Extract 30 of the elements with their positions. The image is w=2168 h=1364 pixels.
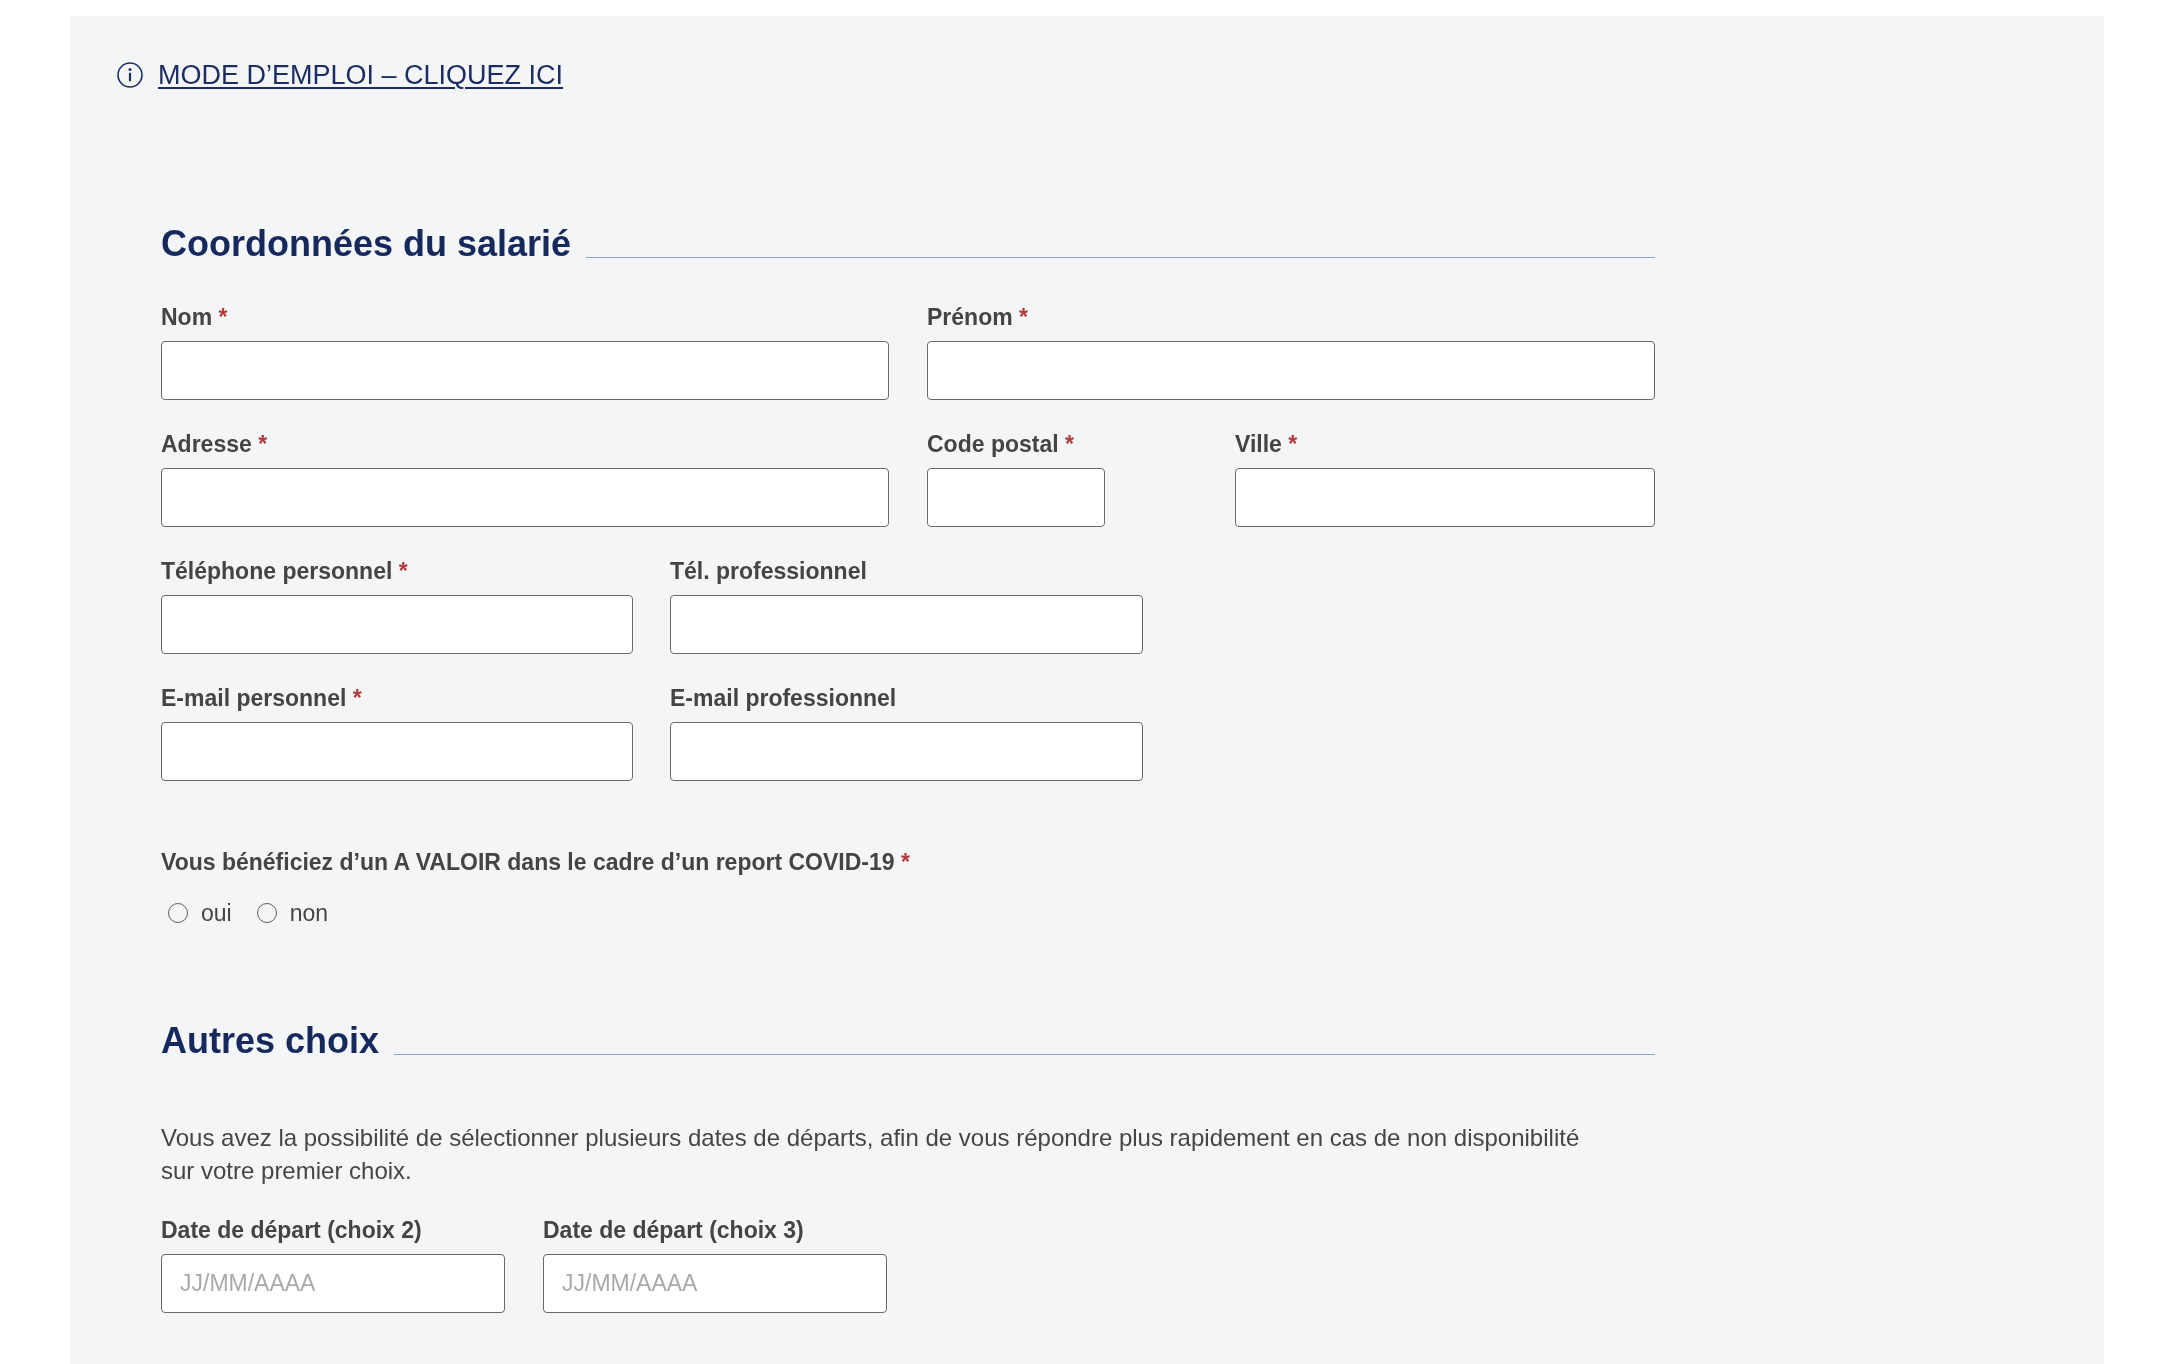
input-field[interactable] — [161, 722, 633, 781]
input-field[interactable] — [670, 722, 1143, 781]
date-input-field[interactable]: JJ/MM/AAAA — [161, 1254, 505, 1313]
field-label: Ville * — [1235, 430, 1298, 459]
field-label: E-mail personnel * — [161, 684, 362, 713]
input-field[interactable] — [927, 341, 1655, 400]
info-icon — [117, 62, 143, 88]
field-label: Date de départ (choix 2) — [161, 1216, 422, 1245]
radio-option-label[interactable]: non — [289, 898, 329, 928]
field-label: Prénom * — [927, 303, 1028, 332]
input-field[interactable] — [161, 468, 889, 527]
field-label: E-mail professionnel — [670, 684, 897, 713]
field-label: Date de départ (choix 3) — [543, 1216, 804, 1245]
field-label: Nom * — [161, 303, 228, 332]
input-field[interactable] — [927, 468, 1105, 527]
help-link[interactable]: MODE D’EMPLOI – CLIQUEZ ICI — [158, 57, 564, 93]
section-title: Autres choix — [161, 1019, 380, 1063]
section-title: Coordonnées du salarié — [161, 222, 572, 266]
input-field[interactable] — [161, 341, 889, 400]
question-label: Vous bénéficiez d’un A VALOIR dans le cadre d’un report COVID-19 * — [161, 848, 910, 877]
field-label: Téléphone personnel * — [161, 557, 408, 586]
field-label: Code postal * — [927, 430, 1074, 459]
radio-option-label[interactable]: oui — [201, 898, 232, 928]
input-field[interactable] — [1235, 468, 1655, 527]
input-field[interactable] — [161, 595, 633, 654]
field-label: Adresse * — [161, 430, 268, 459]
input-field[interactable] — [670, 595, 1143, 654]
date-input-field[interactable]: JJ/MM/AAAA — [543, 1254, 887, 1313]
field-label: Tél. professionnel — [670, 557, 867, 586]
intro-paragraph: Vous avez la possibilité de sélectionner plusieurs dates de départs, afin de vous répondre plus rapidement en cas de non disponibilité sur votre premier choix. — [161, 1123, 1581, 1186]
